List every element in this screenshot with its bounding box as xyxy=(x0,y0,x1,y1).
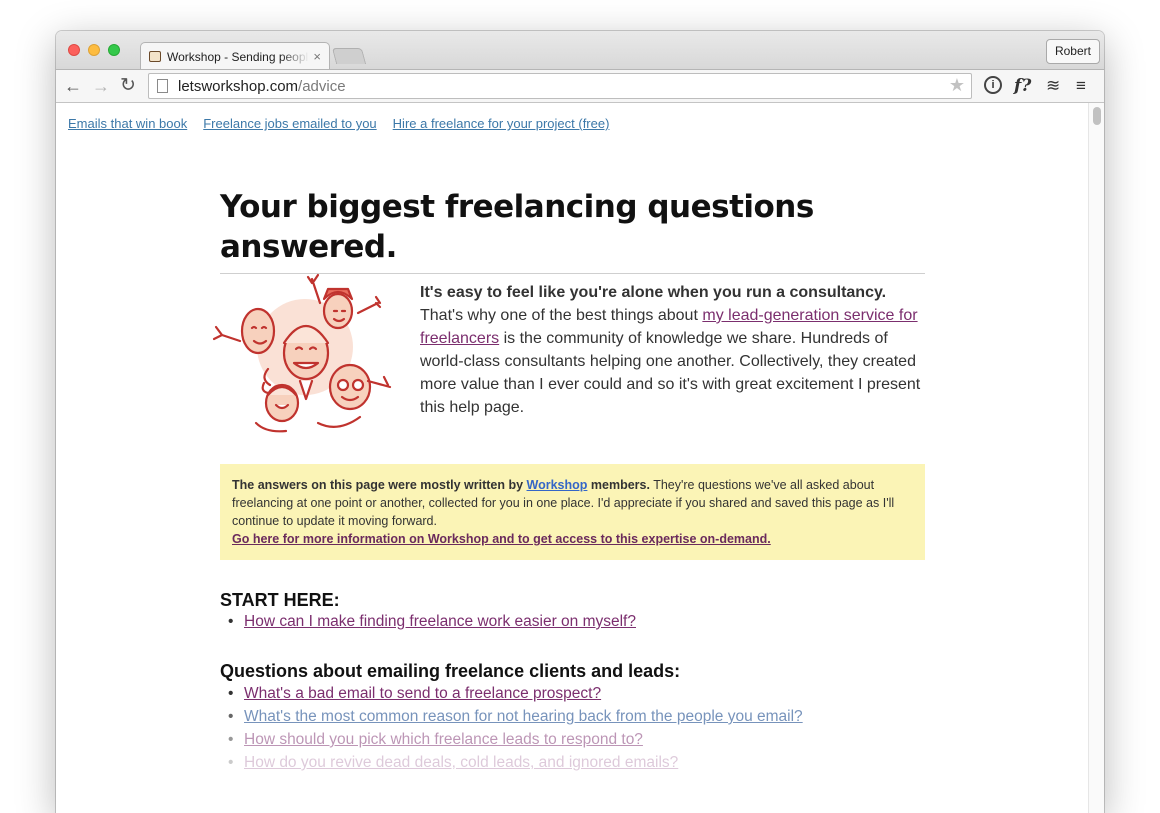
close-window-button[interactable] xyxy=(68,44,80,56)
page-title: Your biggest freelancing questions answe… xyxy=(220,187,925,274)
new-tab-button[interactable] xyxy=(331,48,367,64)
vertical-scrollbar[interactable] xyxy=(1088,103,1104,813)
intro-bold: It's easy to feel like you're alone when… xyxy=(420,284,887,301)
page-icon xyxy=(157,79,168,93)
maximize-window-button[interactable] xyxy=(108,44,120,56)
layers-extension-icon[interactable]: ≋ xyxy=(1046,76,1060,96)
intro-text-1: That's why one of the best things about xyxy=(420,307,698,324)
tab-workshop[interactable]: Workshop - Sending people × xyxy=(140,42,330,70)
profile-button[interactable]: Robert xyxy=(1045,39,1100,64)
nav-link-emails-book[interactable]: Emails that win book xyxy=(68,116,187,131)
font-extension-icon[interactable]: f? xyxy=(1014,76,1031,96)
section-heading-start: START HERE: xyxy=(220,590,340,610)
page-viewport: Emails that win book Freelance jobs emai… xyxy=(56,103,1104,813)
intro-paragraph: It's easy to feel like you're alone when… xyxy=(420,281,926,419)
question-link[interactable]: How can I make finding freelance work ea… xyxy=(244,613,636,630)
reload-icon[interactable]: ↻ xyxy=(120,75,136,97)
title-bar: Workshop - Sending people × Robert xyxy=(56,31,1104,70)
question-link[interactable]: What's a bad email to send to a freelanc… xyxy=(244,685,601,702)
list-item: What's a bad email to send to a freelanc… xyxy=(228,682,803,705)
back-arrow-icon[interactable]: ← xyxy=(64,75,82,97)
browser-window: Workshop - Sending people × Robert ← → ↻… xyxy=(56,31,1104,813)
scrollbar-thumb[interactable] xyxy=(1093,107,1101,125)
bookmark-star-icon[interactable]: ★ xyxy=(949,75,965,96)
question-list-start: How can I make finding freelance work ea… xyxy=(228,610,636,633)
minimize-window-button[interactable] xyxy=(88,44,100,56)
url-host: letsworkshop.com xyxy=(178,77,299,95)
nav-link-hire-freelancer[interactable]: Hire a freelance for your project (free) xyxy=(393,116,610,131)
briefcase-icon xyxy=(149,51,161,62)
question-link[interactable]: How should you pick which freelance lead… xyxy=(244,731,643,748)
list-item: What's the most common reason for not he… xyxy=(228,705,803,728)
question-link[interactable]: How do you revive dead deals, cold leads… xyxy=(244,754,678,771)
list-item: How should you pick which freelance lead… xyxy=(228,728,803,751)
tab-title: Workshop - Sending people xyxy=(167,49,310,64)
list-item: How can I make finding freelance work ea… xyxy=(228,610,636,633)
workshop-link[interactable]: Workshop xyxy=(527,478,588,492)
bottom-fade xyxy=(56,773,1088,813)
info-extension-icon[interactable]: i xyxy=(984,76,1002,94)
list-item: How do you revive dead deals, cold leads… xyxy=(228,751,803,774)
url-path: /advice xyxy=(298,77,346,95)
menu-icon[interactable]: ≡ xyxy=(1076,76,1086,96)
notice-bold-2: members. xyxy=(590,478,650,492)
question-link[interactable]: What's the most common reason for not he… xyxy=(244,708,803,725)
forward-arrow-icon[interactable]: → xyxy=(92,75,110,97)
top-nav: Emails that win book Freelance jobs emai… xyxy=(68,116,609,131)
browser-toolbar: ← → ↻ letsworkshop.com/advice ★ i f? ≋ ≡ xyxy=(56,69,1104,103)
question-list-emailing: What's a bad email to send to a freelanc… xyxy=(228,682,803,774)
address-bar[interactable]: letsworkshop.com/advice ★ xyxy=(148,73,972,99)
tab-close-icon[interactable]: × xyxy=(313,49,321,64)
notice-bold-1: The answers on this page were mostly wri… xyxy=(232,478,524,492)
notice-box: The answers on this page were mostly wri… xyxy=(220,464,925,560)
community-illustration xyxy=(212,273,392,433)
nav-link-freelance-jobs[interactable]: Freelance jobs emailed to you xyxy=(203,116,376,131)
workshop-cta-link[interactable]: Go here for more information on Workshop… xyxy=(232,532,771,546)
section-heading-emailing: Questions about emailing freelance clien… xyxy=(220,661,681,681)
